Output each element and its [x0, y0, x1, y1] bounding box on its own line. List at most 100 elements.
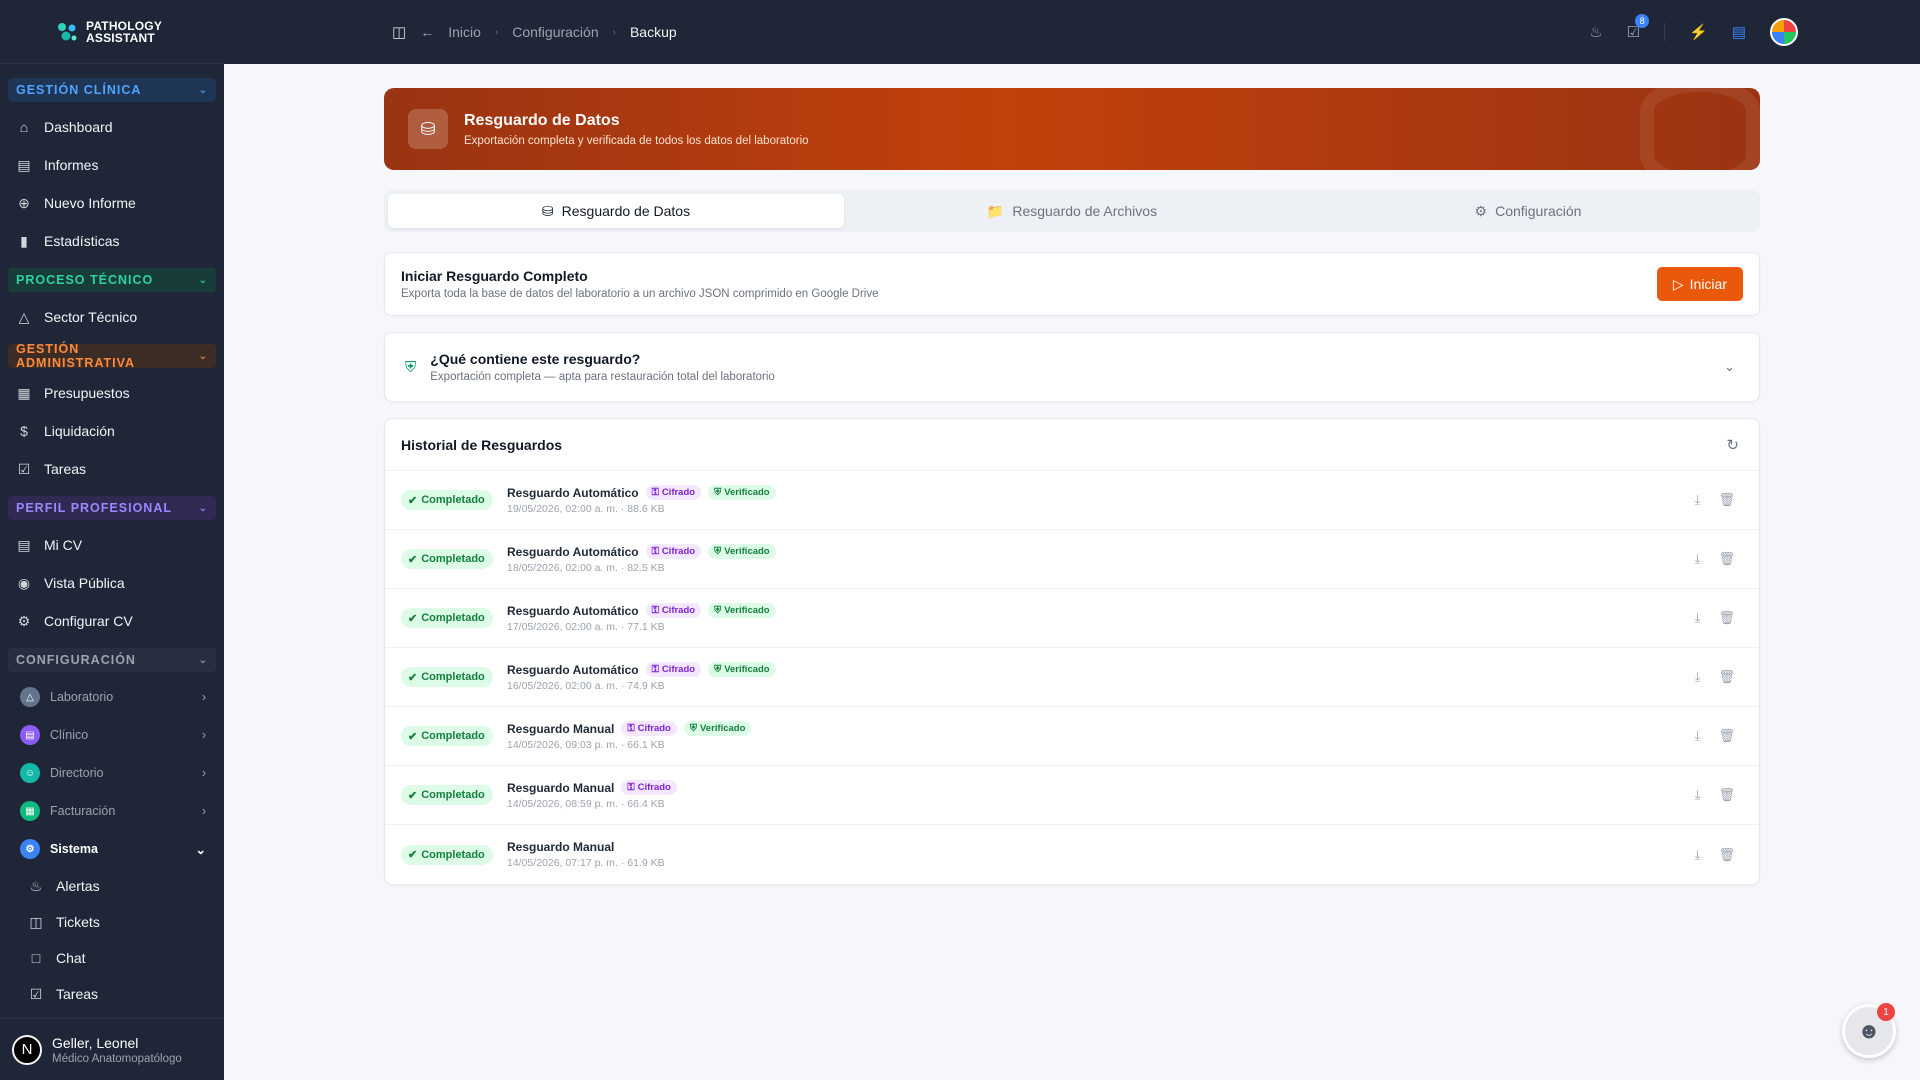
status-badge: ✔ Completado [401, 608, 493, 628]
chevron-down-icon: ⌄ [198, 350, 208, 362]
lock-icon: ⚿ [627, 723, 635, 734]
shield-icon: ⛨ [714, 487, 722, 498]
verified-badge: ⛨ Verificado [708, 662, 776, 677]
trash-icon[interactable]: 🗑 [1718, 669, 1735, 685]
sidebar-group-laboratorio[interactable]: △ Laboratorio › [8, 678, 216, 716]
download-icon[interactable]: ⤓ [1695, 610, 1701, 626]
divider [1664, 23, 1666, 41]
sidebar-item-tickets[interactable]: ◫ Tickets [8, 904, 216, 940]
sidebar-group-directorio[interactable]: ☺ Directorio › [8, 754, 216, 792]
sidebar-item-alertas[interactable]: ♨ Alertas [8, 868, 216, 904]
sidebar-item-configurar-cv[interactable]: ⚙ Configurar CV [8, 602, 216, 640]
chevron-down-icon: ⌄ [198, 274, 208, 286]
chevron-down-icon[interactable]: ⌄ [1724, 359, 1735, 375]
section-clinica-header[interactable]: GESTIÓN CLÍNICA ⌄ [8, 78, 216, 102]
dollar-icon: $ [20, 423, 28, 439]
trash-icon[interactable]: 🗑 [1718, 787, 1735, 803]
section-admin-header[interactable]: GESTIÓN ADMINISTRATIVA ⌄ [8, 342, 216, 370]
checkbox-icon: ☑ [17, 460, 31, 477]
backup-meta: 19/05/2026, 02:00 a. m. · 88.6 KB [507, 503, 665, 515]
backup-name: Resguardo Manual [507, 840, 615, 854]
brand-line-2: ASSISTANT [86, 30, 155, 45]
start-backup-title: Iniciar Resguardo Completo [401, 268, 588, 284]
sidebar-group-sistema[interactable]: ⚙ Sistema ⌄ [8, 830, 216, 868]
accordion-subtitle: Exportación completa — apta para restaur… [430, 371, 775, 383]
lightning-icon[interactable]: ⚡ [1689, 23, 1708, 41]
sidebar-item-tareas-sistema[interactable]: ☑ Tareas [8, 976, 216, 1012]
invoice-icon: ▦ [20, 801, 40, 821]
download-icon[interactable]: ⤓ [1695, 728, 1701, 744]
check-circle-icon: ✔ [408, 553, 418, 566]
lock-icon: ⚿ [651, 605, 659, 616]
brand-logo[interactable]: PATHOLOGY ASSISTANT [0, 0, 224, 64]
play-icon: ▷ [1672, 275, 1684, 292]
sidebar-item-informes[interactable]: ▤ Informes [8, 146, 216, 184]
sidebar-item-chat[interactable]: □ Chat [8, 940, 216, 976]
download-icon[interactable]: ⤓ [1695, 492, 1701, 508]
tab-configuracion[interactable]: ⚙ Configuración [1300, 194, 1756, 228]
sidebar-item-vista-publica[interactable]: ◉ Vista Pública [8, 564, 216, 602]
user-profile[interactable]: N Geller, Leonel Médico Anatomopatólogo [0, 1018, 224, 1080]
breadcrumb-inicio[interactable]: Inicio [448, 24, 481, 40]
status-badge: ✔ Completado [401, 667, 493, 687]
table-row: ✔ Completado Resguardo Manual ⚿ Cifrado 14/05… [385, 766, 1759, 825]
sidebar-item-mi-cv[interactable]: ▤ Mi CV [8, 526, 216, 564]
breadcrumb-separator-icon: › [612, 26, 616, 38]
backup-contents-accordion[interactable]: ⛨ ¿Qué contiene este resguardo? Exportac… [384, 332, 1760, 402]
section-tecnico-header[interactable]: PROCESO TÉCNICO ⌄ [8, 268, 216, 292]
sidebar-item-presupuestos[interactable]: ▦ Presupuestos [8, 374, 216, 412]
sidebar-item-tareas[interactable]: ☑ Tareas [8, 450, 216, 488]
breadcrumb-separator-icon: › [494, 26, 499, 38]
gear-icon: ⚙ [20, 839, 40, 859]
sidebar-toggle-icon[interactable]: ◫ [392, 23, 406, 41]
sidebar-group-facturacion[interactable]: ▦ Facturación › [8, 792, 216, 830]
sidebar-item-estadisticas[interactable]: ▮ Estadísticas [8, 222, 216, 260]
tab-resguardo-datos[interactable]: ⛁ Resguardo de Datos [388, 194, 844, 228]
assistant-bot-button[interactable]: ☻ 1 [1842, 1003, 1896, 1058]
top-avatar[interactable] [1770, 18, 1798, 46]
start-backup-button[interactable]: ▷ Iniciar [1656, 267, 1743, 301]
sidebar-item-dashboard[interactable]: ⌂ Dashboard [8, 108, 216, 146]
home-icon: ⌂ [19, 119, 29, 135]
backup-meta: 14/05/2026, 07:17 p. m. · 61.9 KB [507, 857, 665, 869]
flask-icon: △ [20, 687, 40, 707]
tab-resguardo-archivos[interactable]: 📁 Resguardo de Archivos [844, 194, 1300, 228]
breadcrumb-configuracion[interactable]: Configuración [512, 24, 598, 40]
trash-icon[interactable]: 🗑 [1718, 610, 1735, 626]
download-icon[interactable]: ⤓ [1695, 669, 1701, 685]
encrypted-badge: ⚿ Cifrado [621, 721, 677, 736]
check-circle-icon: ✔ [408, 789, 418, 802]
history-list: ✔ Completado Resguardo Automático ⚿ Cifrado ⛨… [385, 471, 1759, 884]
folder-search-icon: 📁 [986, 202, 1005, 219]
trash-icon[interactable]: 🗑 [1718, 492, 1735, 508]
back-arrow-icon[interactable]: ← [420, 24, 434, 40]
database-watermark-icon [1640, 88, 1760, 170]
sidebar-group-clinico[interactable]: ▤ Clínico › [8, 716, 216, 754]
backup-name: Resguardo Automático [507, 662, 639, 677]
sidebar-item-liquidacion[interactable]: $ Liquidación [8, 412, 216, 450]
refresh-icon[interactable]: ↻ [1726, 436, 1739, 454]
download-icon[interactable]: ⤓ [1695, 787, 1701, 803]
bar-chart-icon: ▮ [20, 232, 28, 249]
download-icon[interactable]: ⤓ [1695, 847, 1701, 863]
chevron-down-icon: ⌄ [198, 502, 208, 514]
section-perfil-header[interactable]: PERFIL PROFESIONAL ⌄ [8, 496, 216, 520]
backup-name: Resguardo Automático [507, 485, 639, 500]
check-circle-icon: ✔ [408, 494, 418, 507]
table-row: ✔ Completado Resguardo Automático ⚿ Cifrado ⛨… [385, 589, 1759, 648]
tasks-icon[interactable]: ☑ 8 [1627, 14, 1650, 41]
backup-name: Resguardo Automático [507, 603, 639, 618]
trash-icon[interactable]: 🗑 [1718, 728, 1735, 744]
user-name: Geller, Leonel [52, 1034, 139, 1051]
sidebar-item-sector-tecnico[interactable]: △ Sector Técnico [8, 298, 216, 336]
download-icon[interactable]: ⤓ [1695, 551, 1701, 567]
trash-icon[interactable]: 🗑 [1718, 847, 1735, 863]
ticket-icon: ◫ [29, 913, 43, 930]
shield-icon: ⛨ [405, 358, 417, 376]
trash-icon[interactable]: 🗑 [1718, 551, 1735, 567]
backup-history: Historial de Resguardos ↻ ✔ Completado Res… [384, 418, 1760, 885]
sidebar-item-nuevo-informe[interactable]: ⊕ Nuevo Informe [8, 184, 216, 222]
document-icon[interactable]: ▤ [1732, 23, 1746, 41]
bell-icon[interactable]: ♨ [1589, 23, 1602, 41]
section-config-header[interactable]: CONFIGURACIÓN ⌄ [8, 648, 216, 672]
